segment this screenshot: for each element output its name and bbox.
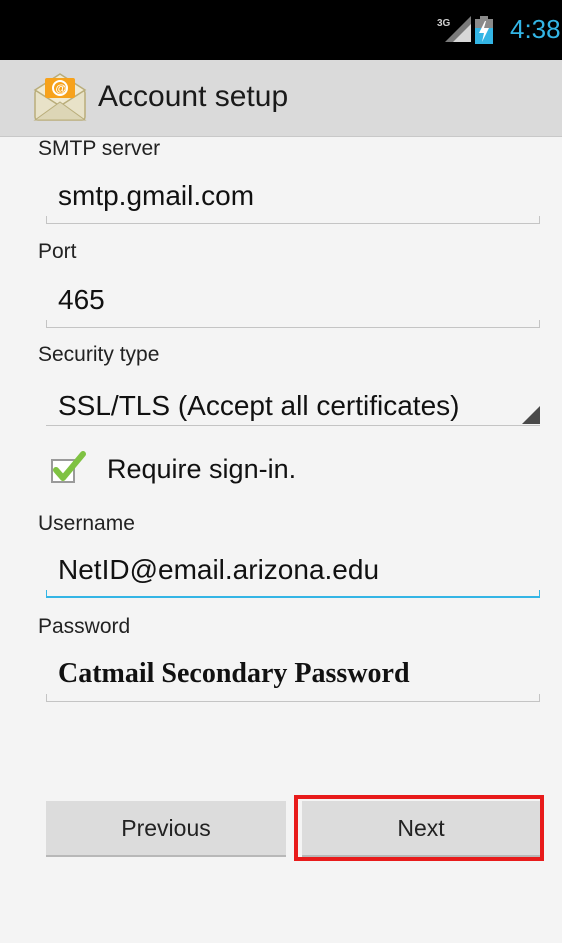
page-title: Account setup (98, 80, 289, 113)
security-type-label: Security type (38, 343, 160, 366)
previous-button[interactable]: Previous (46, 801, 286, 857)
field-underline (46, 223, 540, 224)
spinner-dropdown-icon (522, 406, 540, 424)
username-field[interactable]: NetID@email.arizona.edu (46, 546, 540, 598)
signal-3g-icon: 3G (437, 16, 471, 42)
action-bar: @ Account setup (0, 60, 562, 137)
checkbox-checked-icon (51, 451, 86, 483)
svg-text:3G: 3G (437, 18, 451, 29)
smtp-server-value: smtp.gmail.com (58, 180, 255, 211)
spinner-underline (46, 425, 540, 426)
port-label: Port (38, 240, 77, 263)
field-underline-focused (46, 596, 540, 598)
battery-charging-icon (475, 16, 493, 44)
password-field[interactable]: Catmail Secondary Password (46, 650, 540, 702)
password-value: Catmail Secondary Password (58, 658, 410, 689)
clock-time: 4:38 (510, 14, 561, 44)
security-type-value: SSL/TLS (Accept all certificates) (58, 390, 460, 421)
username-value: NetID@email.arizona.edu (58, 554, 380, 585)
password-label: Password (38, 615, 131, 638)
port-field[interactable]: 465 (46, 276, 540, 328)
field-underline (46, 327, 540, 328)
smtp-server-label: SMTP server (38, 137, 161, 160)
username-label: Username (38, 512, 135, 535)
svg-text:@: @ (56, 83, 67, 95)
require-signin-checkbox[interactable]: Require sign-in. (50, 446, 350, 492)
security-type-spinner[interactable]: SSL/TLS (Accept all certificates) (46, 370, 540, 426)
field-underline (46, 701, 540, 702)
email-envelope-icon[interactable]: @ (33, 72, 87, 122)
smtp-server-field[interactable]: smtp.gmail.com (46, 172, 540, 224)
require-signin-label: Require sign-in. (107, 454, 297, 484)
status-bar: 3G 4:38 (0, 0, 562, 60)
port-value: 465 (58, 284, 105, 315)
next-button-highlight (294, 795, 544, 861)
